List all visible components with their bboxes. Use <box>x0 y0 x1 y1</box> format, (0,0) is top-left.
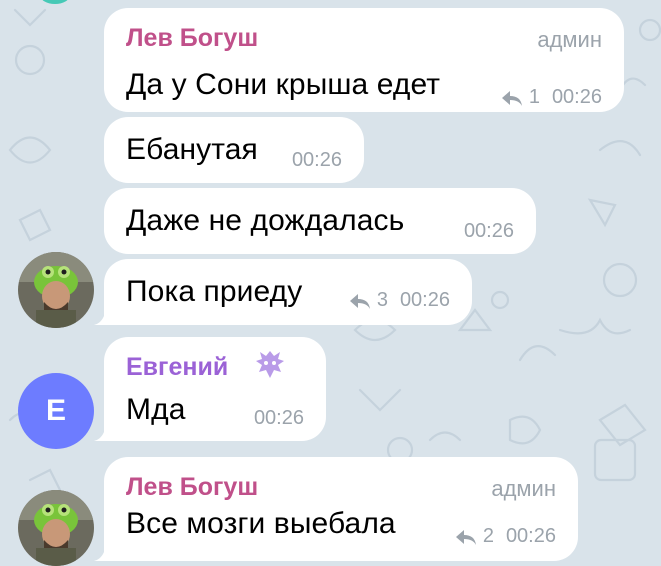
message-meta: 1 00:26 <box>501 86 602 109</box>
message-bubble[interactable]: Лев Богуш админ Все мозги выебала 2 00:2… <box>94 457 578 561</box>
avatar[interactable]: Е <box>18 373 94 449</box>
message-meta: 00:26 <box>254 407 304 430</box>
message-time: 00:26 <box>463 220 514 242</box>
message-time: 00:26 <box>253 407 304 429</box>
admin-badge: админ <box>537 27 602 52</box>
user-photo-icon <box>18 252 94 328</box>
message-meta: 00:26 <box>464 220 514 243</box>
message-time: 00:26 <box>505 525 556 547</box>
avatar[interactable] <box>18 490 94 566</box>
message-text: Все мозги выебала <box>126 507 396 540</box>
message-text: Мда <box>126 393 186 426</box>
message-bubble[interactable]: Даже не дождалась 00:26 <box>104 188 536 254</box>
reply-count[interactable]: 1 <box>529 86 540 109</box>
message-text: Ебанутая <box>126 133 258 166</box>
sender-name[interactable]: Евгений <box>126 353 228 382</box>
user-photo-icon <box>18 490 94 566</box>
message-bubble[interactable]: Евгений Мда 00:26 <box>94 337 326 441</box>
message-text: Да у Сони крыша едет <box>126 68 441 101</box>
avatar-initial: Е <box>45 394 66 427</box>
message-meta: 3 00:26 <box>349 289 450 312</box>
message-text: Даже не дождалась <box>126 204 405 237</box>
message-meta: 00:26 <box>292 149 342 172</box>
bubble-tail <box>94 421 112 441</box>
sender-name[interactable]: Лев Богуш <box>126 24 258 53</box>
message-meta: 2 00:26 <box>455 525 556 548</box>
bubble-tail <box>94 305 112 325</box>
reply-icon[interactable] <box>349 292 371 310</box>
dragon-icon <box>256 351 284 378</box>
avatar[interactable] <box>18 252 94 328</box>
message-text: Пока приеду <box>126 275 303 308</box>
message-bubble[interactable]: Лев Богуш админ Да у Сони крыша едет 1 0… <box>104 8 624 112</box>
message-time: 00:26 <box>291 149 342 171</box>
message-bubble[interactable]: Пока приеду 3 00:26 <box>94 259 472 325</box>
message-bubble[interactable]: Ебанутая 00:26 <box>104 117 364 183</box>
message-time: 00:26 <box>399 289 450 311</box>
sender-name[interactable]: Лев Богуш <box>126 473 258 502</box>
bubble-tail <box>94 541 112 561</box>
reply-icon[interactable] <box>501 89 523 107</box>
reply-count[interactable]: 3 <box>377 289 388 312</box>
admin-badge: админ <box>491 476 556 501</box>
reply-count[interactable]: 2 <box>483 525 494 548</box>
reply-icon[interactable] <box>455 528 477 546</box>
message-time: 00:26 <box>551 86 602 108</box>
